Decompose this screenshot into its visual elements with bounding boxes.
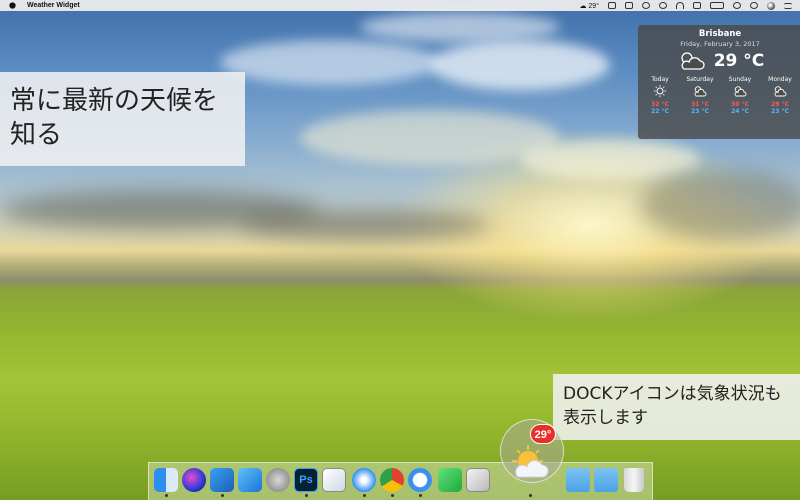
evernote-icon[interactable] [608, 2, 616, 9]
running-indicator [363, 494, 366, 497]
applications-folder-icon[interactable] [566, 468, 590, 492]
widget-date: Friday, February 3, 2017 [680, 40, 760, 48]
forecast-high: 31 °C [691, 101, 709, 108]
apple-menu-icon[interactable] [9, 2, 16, 9]
cloud [430, 40, 610, 90]
current-temperature: 29 °C [713, 51, 765, 71]
siri-icon[interactable] [182, 468, 206, 492]
forecast-day: Sunday 30 °C 24 °C [721, 76, 759, 115]
finder-icon[interactable] [154, 468, 178, 492]
forecast-day-label: Saturday [686, 76, 714, 83]
wifi-icon[interactable] [676, 2, 684, 9]
forecast-high: 32 °C [651, 101, 669, 108]
messages-icon[interactable] [408, 468, 432, 492]
running-indicator [529, 494, 532, 497]
cloud [520, 140, 700, 180]
spotlight-search-icon[interactable] [750, 2, 758, 9]
cloud [220, 40, 440, 85]
sun-icon [654, 85, 666, 97]
running-indicator [165, 494, 168, 497]
forecast-low: 23 °C [691, 108, 709, 115]
cloud [240, 210, 490, 240]
feature-caption-left: 常に最新の天候を知る [0, 72, 245, 166]
menu-bar: Weather Widget ☁ 29° [0, 0, 800, 11]
image-capture-icon[interactable] [466, 468, 490, 492]
partly-cloudy-icon [681, 52, 705, 70]
partly-cloudy-icon [774, 86, 787, 97]
forecast-low: 23 °C [771, 108, 789, 115]
forecast-day: Today 32 °C 22 °C [641, 76, 679, 115]
widget-city: Brisbane [698, 29, 742, 39]
downloads-folder-icon[interactable] [594, 468, 618, 492]
app-store-icon[interactable] [238, 468, 262, 492]
forecast-row: Today 32 °C 22 °C Saturday 31 °C 23 °C S… [638, 76, 800, 115]
partly-cloudy-icon [734, 86, 747, 97]
forecast-low: 24 °C [731, 108, 749, 115]
forecast-high: 30 °C [731, 101, 749, 108]
trash-icon[interactable] [624, 468, 644, 492]
running-indicator [221, 494, 224, 497]
messages-status-icon[interactable] [625, 2, 633, 9]
running-indicator [419, 494, 422, 497]
weather-badge: 29° [530, 424, 556, 444]
current-conditions: 29 °C [638, 50, 800, 72]
facetime-icon[interactable] [438, 468, 462, 492]
notification-center-icon[interactable] [784, 2, 792, 9]
xcode-icon[interactable] [210, 468, 234, 492]
chrome-icon[interactable] [380, 468, 404, 492]
volume-icon[interactable] [693, 2, 701, 9]
preview-icon[interactable] [322, 468, 346, 492]
partly-cloudy-icon [694, 86, 707, 97]
cloud [640, 170, 800, 240]
photoshop-icon[interactable]: Ps [294, 468, 318, 492]
app-menu-name[interactable]: Weather Widget [27, 2, 80, 9]
weather-widget[interactable]: Brisbane Friday, February 3, 2017 29 °C … [638, 25, 800, 139]
clock-icon[interactable] [733, 2, 741, 9]
forecast-day-label: Sunday [728, 76, 752, 83]
time-machine-icon[interactable] [642, 2, 650, 9]
menu-bar-status-area: ☁ 29° [579, 1, 800, 10]
forecast-high: 29 °C [771, 101, 789, 108]
menu-bar-weather-temp: 29° [588, 2, 599, 10]
menu-bar-weather-item[interactable]: ☁ 29° [579, 2, 599, 10]
forecast-day-label: Today [651, 76, 669, 83]
cloud [360, 12, 560, 42]
forecast-day-label: Monday [768, 76, 792, 83]
running-indicator [305, 494, 308, 497]
siri-menu-icon[interactable] [767, 1, 775, 10]
battery-icon[interactable] [710, 2, 724, 9]
weather-widget-icon[interactable] [504, 441, 556, 483]
sync-icon[interactable] [659, 2, 667, 9]
running-indicator [391, 494, 394, 497]
launchpad-icon[interactable] [266, 468, 290, 492]
feature-caption-right: DOCKアイコンは気象状況も表示します [553, 374, 800, 440]
forecast-day: Monday 29 °C 23 °C [761, 76, 799, 115]
safari-icon[interactable] [352, 468, 376, 492]
forecast-low: 22 °C [651, 108, 669, 115]
forecast-day: Saturday 31 °C 23 °C [681, 76, 719, 115]
